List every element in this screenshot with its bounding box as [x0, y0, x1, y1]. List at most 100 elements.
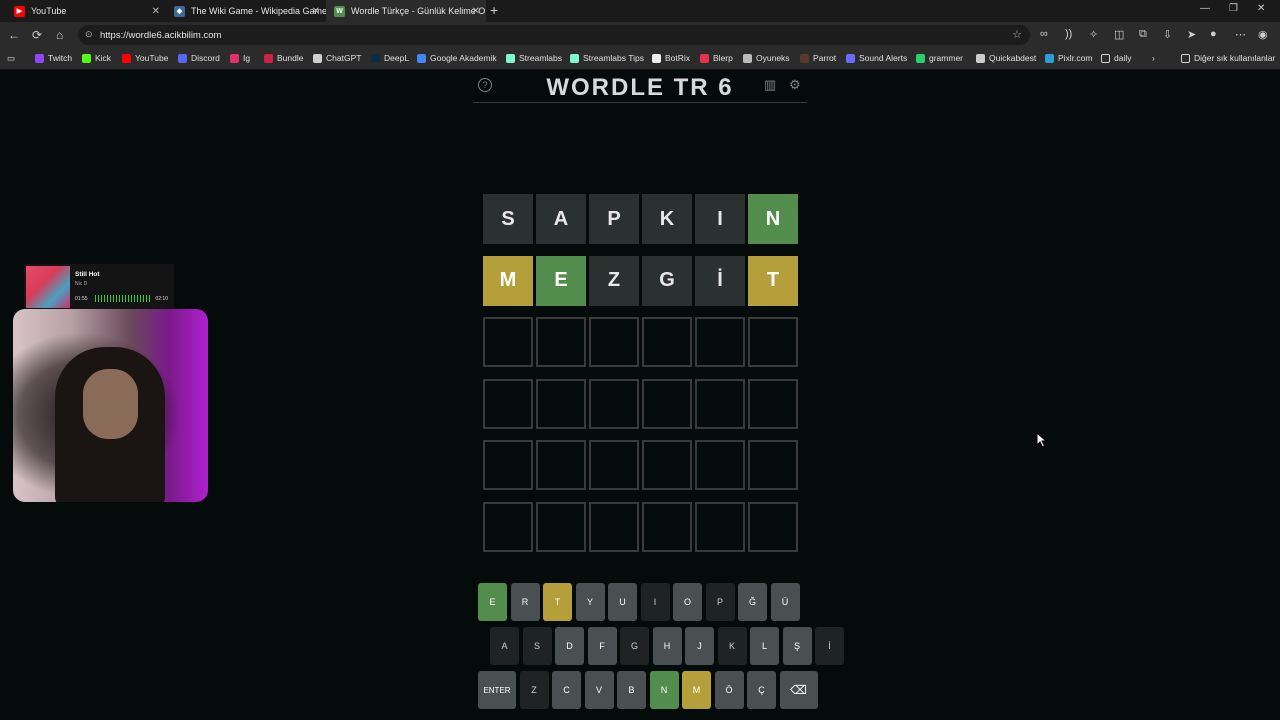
- bookmark-other-favorites[interactable]: Diğer sık kullanılanlar: [1181, 53, 1275, 63]
- key-f[interactable]: F: [587, 627, 617, 665]
- key-ö[interactable]: Ö: [714, 671, 744, 709]
- bookmarks-toggle-icon[interactable]: ▭: [7, 53, 15, 64]
- chevron-right-icon[interactable]: ›: [1152, 53, 1155, 63]
- minimize-icon[interactable]: —: [1200, 3, 1210, 14]
- key-o[interactable]: O: [673, 583, 702, 621]
- url-field[interactable]: ⊙ https://wordle6.acikbilim.com ☆: [78, 25, 1030, 45]
- board-tile: E: [536, 255, 586, 306]
- key-e[interactable]: E: [478, 583, 507, 621]
- address-bar-row: ← ⟳ ⌂ ⊙ https://wordle6.acikbilim.com ☆: [0, 22, 1280, 48]
- key-i̇[interactable]: İ: [815, 627, 844, 665]
- site-info-icon[interactable]: ⊙: [85, 29, 93, 40]
- close-window-icon[interactable]: ✕: [1257, 3, 1265, 14]
- key-k[interactable]: K: [717, 627, 747, 665]
- bookmark-chatgpt[interactable]: ChatGPT: [313, 53, 361, 63]
- split-screen-icon[interactable]: ◫: [1114, 28, 1124, 41]
- tab-wordle[interactable]: W Wordle Türkçe - Günlük Kelime O ✕: [326, 0, 486, 22]
- key-m[interactable]: M: [682, 671, 711, 709]
- close-icon[interactable]: ✕: [312, 6, 320, 17]
- tab-wiki-game[interactable]: ◆ The Wiki Game - Wikipedia Game ✕: [166, 0, 326, 22]
- key-p[interactable]: P: [705, 583, 735, 621]
- key-ş[interactable]: Ş: [782, 627, 812, 665]
- bookmark-grammer[interactable]: grammer: [916, 53, 963, 63]
- bookmark-parrot[interactable]: Parrot: [800, 53, 836, 63]
- backspace-icon[interactable]: ⌫: [779, 671, 818, 709]
- key-n[interactable]: N: [649, 671, 679, 709]
- key-r[interactable]: R: [510, 583, 540, 621]
- key-t[interactable]: T: [543, 583, 572, 621]
- key-g[interactable]: G: [620, 627, 649, 665]
- browser-chrome: ▶ YouTube ✕ ◆ The Wiki Game - Wikipedia …: [0, 0, 1280, 70]
- extensions-puzzle-icon[interactable]: ✧: [1089, 28, 1098, 41]
- bookmark-bundle[interactable]: Bundle: [264, 53, 303, 63]
- board-tile: [695, 501, 745, 552]
- board-tile: [589, 378, 639, 429]
- bookmark-pixlr[interactable]: Pixlr.com: [1045, 53, 1092, 63]
- key-z[interactable]: Z: [519, 671, 549, 709]
- tab-title: The Wiki Game - Wikipedia Game: [191, 6, 326, 16]
- bookmark-sound-alerts[interactable]: Sound Alerts: [846, 53, 907, 63]
- bookmark-daily[interactable]: daily: [1101, 53, 1131, 63]
- key-l[interactable]: L: [750, 627, 779, 665]
- read-aloud-icon[interactable]: )): [1065, 28, 1072, 40]
- bookmark-streamlabs[interactable]: Streamlabs: [506, 53, 562, 63]
- board-tile: [536, 440, 586, 490]
- bookmark-streamlabs-tips[interactable]: Streamlabs Tips: [570, 53, 644, 63]
- restore-icon[interactable]: ❐: [1229, 3, 1238, 14]
- bookmark-discord[interactable]: Discord: [178, 53, 220, 63]
- bookmark-oyuneks[interactable]: Oyuneks: [743, 53, 790, 63]
- extension-icon[interactable]: ∞: [1040, 28, 1048, 40]
- board-tile: A: [536, 194, 586, 244]
- stats-icon[interactable]: ▥: [764, 77, 776, 93]
- key-ü[interactable]: Ü: [770, 583, 800, 621]
- close-icon[interactable]: ✕: [152, 6, 160, 17]
- bookmark-botrix[interactable]: BotRix: [652, 53, 690, 63]
- board-tile: [748, 378, 798, 429]
- wiki-game-icon: ◆: [174, 5, 185, 17]
- enter-key[interactable]: ENTER: [478, 671, 516, 709]
- bookmark-google-akademik[interactable]: Google Akademik: [417, 53, 497, 63]
- bookmark-twitch[interactable]: Twitch: [35, 53, 72, 63]
- share-icon[interactable]: ➤: [1187, 28, 1196, 41]
- key-s[interactable]: S: [522, 627, 552, 665]
- key-u[interactable]: U: [608, 583, 637, 621]
- key-ç[interactable]: Ç: [747, 671, 776, 709]
- key-ğ[interactable]: Ğ: [738, 583, 767, 621]
- home-icon[interactable]: ⌂: [56, 28, 63, 42]
- favorite-star-icon[interactable]: ☆: [1012, 28, 1022, 41]
- download-icon[interactable]: ⇩: [1163, 28, 1172, 41]
- key-i[interactable]: I: [640, 583, 670, 621]
- new-tab-icon[interactable]: +: [490, 2, 498, 18]
- chatgpt-icon: [313, 53, 322, 63]
- bookmark-instagram[interactable]: Ig: [230, 53, 250, 63]
- botrix-icon: [652, 53, 661, 63]
- key-h[interactable]: H: [652, 627, 682, 665]
- key-v[interactable]: V: [584, 671, 614, 709]
- key-b[interactable]: B: [617, 671, 646, 709]
- bookmark-quickabdest[interactable]: Quickabdest: [976, 53, 1036, 63]
- instagram-icon: [230, 53, 239, 63]
- more-menu-icon[interactable]: ⋯: [1235, 28, 1246, 41]
- copilot-icon[interactable]: ◉: [1258, 28, 1268, 41]
- back-icon[interactable]: ←: [8, 28, 20, 42]
- close-icon[interactable]: ✕: [472, 6, 480, 17]
- bookmark-kick[interactable]: Kick: [82, 53, 111, 63]
- key-y[interactable]: Y: [575, 583, 605, 621]
- board-row: [483, 440, 801, 490]
- collections-icon[interactable]: ⧉: [1139, 28, 1147, 41]
- bookmarks-bar: ▭ Twitch Kick YouTube Discord Ig Bundle …: [0, 48, 1280, 70]
- bookmark-youtube[interactable]: YouTube: [122, 53, 168, 63]
- profile-avatar[interactable]: ●: [1210, 28, 1217, 40]
- webcam-overlay: [13, 309, 208, 502]
- settings-gear-icon[interactable]: ⚙: [789, 77, 801, 93]
- key-c[interactable]: C: [552, 671, 581, 709]
- pixlr-icon: [1045, 53, 1054, 63]
- bookmark-deepl[interactable]: DeepL: [371, 53, 409, 63]
- board-tile: [642, 378, 692, 429]
- key-d[interactable]: D: [555, 627, 584, 665]
- key-a[interactable]: A: [490, 627, 519, 665]
- tab-youtube[interactable]: ▶ YouTube ✕: [6, 0, 166, 22]
- key-j[interactable]: J: [685, 627, 714, 665]
- refresh-icon[interactable]: ⟳: [32, 28, 42, 42]
- bookmark-blerp[interactable]: Blerp: [700, 53, 733, 63]
